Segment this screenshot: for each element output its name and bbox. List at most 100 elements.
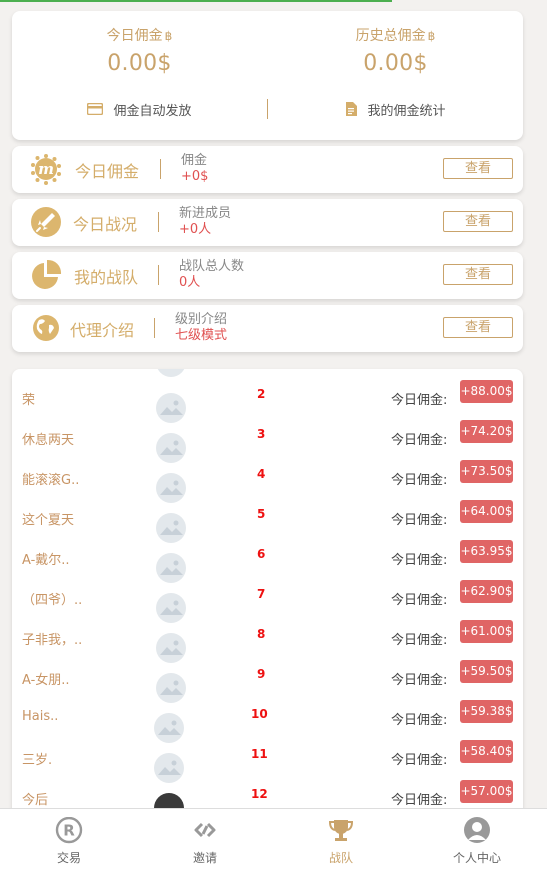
avatar (156, 433, 186, 463)
commission-label: 今日佣金: (391, 433, 448, 448)
svg-text:m: m (38, 160, 54, 178)
commission-label: 今日佣金: (391, 593, 448, 608)
trophy-icon (328, 820, 354, 841)
registered-icon: R (55, 817, 83, 844)
list-item[interactable]: 这个夏天 5 今日佣金: +64.00$ (12, 500, 523, 549)
avatar (156, 513, 186, 543)
tab-label: 战队 (328, 851, 353, 865)
avatar (154, 753, 184, 783)
commission-label: 今日佣金: (391, 633, 448, 648)
avatar (156, 473, 186, 503)
row-sub-value: +0$ (181, 169, 209, 184)
svg-text:R: R (63, 822, 75, 840)
row-sub-value: 七级模式 (175, 328, 228, 343)
avatar (156, 393, 186, 423)
row-title: 代理介绍 (70, 321, 135, 340)
row-sub-label: 战队总人数 (179, 259, 245, 274)
bottom-tab-bar: R 交易 邀请 战队 个人中心 (0, 808, 547, 871)
rank-number: 6 (257, 547, 266, 561)
list-item[interactable]: A-戴尔.. 6 今日佣金: +63.95$ (12, 540, 523, 589)
today-commission-row: m 今日佣金 佣金 +0$ 查看 (12, 146, 523, 193)
commission-label: 今日佣金: (391, 553, 448, 568)
commission-badge: +59.50$ (460, 660, 513, 683)
divider (158, 265, 159, 285)
view-button[interactable]: 查看 (443, 158, 513, 179)
list-item[interactable]: 休息两天 3 今日佣金: +74.20$ (12, 420, 523, 469)
member-name: A-戴尔.. (22, 553, 70, 568)
tab-invite[interactable]: 邀请 (137, 809, 273, 871)
rank-number: 11 (251, 747, 268, 761)
rank-number: 10 (251, 707, 268, 721)
avatar (156, 369, 186, 377)
row-sub-value: 0人 (179, 275, 201, 290)
commission-badge: +74.20$ (460, 420, 513, 443)
view-button[interactable]: 查看 (443, 317, 513, 338)
auto-payout-label: 佣金自动发放 (113, 103, 192, 119)
commission-badge: +73.50$ (460, 460, 513, 483)
view-button[interactable]: 查看 (443, 264, 513, 285)
commission-badge: +58.40$ (460, 740, 513, 763)
my-team-row: 我的战队 战队总人数 0人 查看 (12, 252, 523, 299)
member-name: 子非我，.. (22, 633, 83, 648)
commission-stats-label: 我的佣金统计 (367, 103, 446, 119)
rank-number: 8 (257, 627, 266, 641)
bitcoin-icon: ฿ (164, 29, 173, 43)
avatar (154, 713, 184, 743)
rank-number: 7 (257, 587, 266, 601)
user-icon (464, 817, 490, 843)
member-name: 休息两天 (22, 433, 75, 448)
list-item[interactable]: （四爷）.. 7 今日佣金: +62.90$ (12, 580, 523, 629)
commission-badge: +61.00$ (460, 620, 513, 643)
list-item[interactable]: 荣 2 今日佣金: +88.00$ (12, 380, 523, 429)
view-button[interactable]: 查看 (443, 211, 513, 232)
avatar (156, 593, 186, 623)
commission-badge: +64.00$ (460, 500, 513, 523)
tab-team[interactable]: 战队 (273, 809, 409, 871)
today-battle-row: 今日战况 新进成员 +0人 查看 (12, 199, 523, 246)
rank-number: 12 (251, 787, 268, 801)
avatar (156, 673, 186, 703)
row-title: 今日战况 (73, 215, 138, 234)
member-name: Hais.. (22, 709, 59, 724)
history-commission: 历史总佣金฿ 0.00$ (268, 25, 523, 76)
list-item[interactable]: 子非我，.. 8 今日佣金: +61.00$ (12, 620, 523, 669)
commission-label: 今日佣金: (391, 673, 448, 688)
list-item[interactable]: 三岁. 11 今日佣金: +58.40$ (12, 740, 523, 789)
tab-trade[interactable]: R 交易 (1, 809, 137, 871)
row-sub-value: +0人 (179, 222, 212, 237)
link-icon (194, 822, 216, 838)
list-item[interactable]: 能滚滚G.. 4 今日佣金: +73.50$ (12, 460, 523, 509)
rank-number: 9 (257, 667, 266, 681)
tab-profile[interactable]: 个人中心 (409, 809, 545, 871)
member-name: 荣 (22, 393, 36, 408)
rocket-icon (31, 207, 61, 237)
divider (154, 318, 155, 338)
tab-label: 交易 (56, 851, 81, 865)
divider (158, 212, 159, 232)
load-progress-bar (0, 0, 392, 2)
commission-label: 今日佣金: (391, 473, 448, 488)
commission-label: 今日佣金: (391, 753, 448, 768)
list-item[interactable]: Hais.. 10 今日佣金: +59.38$ (12, 700, 523, 749)
globe-icon (33, 315, 59, 341)
member-name: 今后 (22, 793, 49, 808)
commission-badge: +59.38$ (460, 700, 513, 723)
agent-intro-row: 代理介绍 级别介绍 七级模式 查看 (12, 305, 523, 352)
commission-stats-button[interactable]: 我的佣金统计 (268, 99, 523, 119)
row-sub-label: 佣金 (181, 153, 208, 168)
ranking-list[interactable]: 荣 2 今日佣金: +88.00$ 休息两天 3 今日佣金: +74.20$ 能滚滚G.. 4 今日… (12, 369, 523, 849)
commission-summary-card: 今日佣金฿ 0.00$ 历史总佣金฿ 0.00$ 佣金自动发放 我的佣金统计 (12, 11, 523, 140)
commission-badge: +62.90$ (460, 580, 513, 603)
list-item[interactable]: A-女朋.. 9 今日佣金: +59.50$ (12, 660, 523, 709)
rank-number: 3 (257, 427, 266, 441)
row-title: 今日佣金 (75, 162, 140, 181)
credit-card-icon (87, 103, 104, 115)
tab-label: 邀请 (192, 851, 217, 865)
auto-payout-button[interactable]: 佣金自动发放 (12, 99, 267, 119)
row-sub-label: 级别介绍 (175, 312, 228, 327)
avatar (156, 553, 186, 583)
member-name: （四爷）.. (22, 593, 83, 608)
history-commission-value: 0.00$ (363, 51, 428, 76)
commission-label: 今日佣金: (391, 393, 448, 408)
avatar (156, 633, 186, 663)
